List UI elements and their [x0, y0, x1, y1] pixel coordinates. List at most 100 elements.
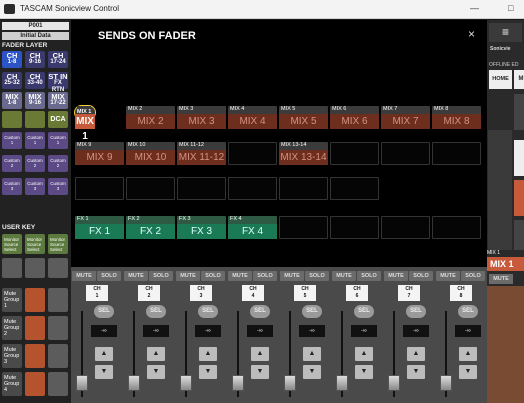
custom-button[interactable]: Custom 2 — [2, 155, 22, 172]
up-arrow-button[interactable]: ▲ — [95, 347, 113, 361]
fx-send-button[interactable]: FX 1 FX 1 — [75, 216, 124, 239]
layer-blank-2[interactable] — [25, 111, 45, 128]
up-arrow-button[interactable]: ▲ — [303, 347, 321, 361]
up-arrow-button[interactable]: ▲ — [199, 347, 217, 361]
up-arrow-button[interactable]: ▲ — [251, 347, 269, 361]
mute-group-button[interactable]: Mute Group 1 — [2, 288, 22, 312]
mute-button[interactable]: MUTE — [72, 271, 96, 281]
user-key-gray[interactable] — [48, 288, 68, 312]
mute-group-button[interactable]: Mute Group 3 — [2, 344, 22, 368]
minimize-button[interactable]: — — [470, 3, 479, 13]
custom-button[interactable]: Custom 1 — [25, 132, 45, 149]
solo-button[interactable]: SOLO — [357, 271, 381, 281]
fader-layer-button[interactable]: CH 1-8 — [2, 51, 22, 68]
mix-send-button[interactable]: MIX 1 MIX 1 — [74, 105, 96, 142]
fader-layer-button[interactable]: MIX 17-22 — [48, 92, 68, 109]
custom-button[interactable]: Custom 1 — [48, 132, 68, 149]
layer-blank-1[interactable] — [2, 111, 22, 128]
fx-send-button[interactable]: FX 2 FX 2 — [126, 216, 175, 239]
fader-layer-button[interactable]: MIX 1-8 — [2, 92, 22, 109]
user-key-monitor-source[interactable]: Monitor Source Select — [2, 234, 22, 254]
user-key[interactable] — [2, 258, 22, 278]
mute-button[interactable]: MUTE — [228, 271, 252, 281]
close-icon[interactable]: × — [468, 27, 475, 41]
sel-button[interactable]: SEL — [354, 305, 374, 318]
mix-send-button[interactable]: MIX 5 MIX 5 — [279, 106, 328, 129]
mute-button[interactable]: MUTE — [176, 271, 200, 281]
mix-send-button[interactable]: MIX 6 MIX 6 — [330, 106, 379, 129]
down-arrow-button[interactable]: ▼ — [355, 365, 373, 379]
solo-button[interactable]: SOLO — [461, 271, 485, 281]
custom-button[interactable]: Custom 2 — [48, 155, 68, 172]
mix-send-button[interactable]: MIX 11-12 MIX 11-12 — [177, 142, 226, 165]
solo-button[interactable]: SOLO — [253, 271, 277, 281]
sel-button[interactable]: SEL — [146, 305, 166, 318]
mix-send-button[interactable]: MIX 4 MIX 4 — [228, 106, 277, 129]
solo-button[interactable]: SOLO — [201, 271, 225, 281]
user-key[interactable] — [25, 258, 45, 278]
custom-button[interactable]: Custom 3 — [25, 178, 45, 195]
mix-send-button[interactable]: MIX 8 MIX 8 — [432, 106, 481, 129]
user-key-monitor-source[interactable]: Monitor Source Select — [25, 234, 45, 254]
up-arrow-button[interactable]: ▲ — [459, 347, 477, 361]
user-key-orange[interactable] — [25, 288, 45, 312]
fx-send-button[interactable]: FX 3 FX 3 — [177, 216, 226, 239]
sel-button[interactable]: SEL — [250, 305, 270, 318]
mute-button[interactable]: MUTE — [124, 271, 148, 281]
home-button[interactable]: HOME — [489, 70, 512, 89]
user-key-orange[interactable] — [25, 372, 45, 396]
user-key-gray[interactable] — [48, 344, 68, 368]
fader-layer-button[interactable]: CH 17-24 — [48, 51, 68, 68]
fx-send-button[interactable]: FX 4 FX 4 — [228, 216, 277, 239]
m-button[interactable]: M — [514, 70, 524, 89]
sel-button[interactable]: SEL — [458, 305, 478, 318]
down-arrow-button[interactable]: ▼ — [459, 365, 477, 379]
mute-button[interactable]: MUTE — [280, 271, 304, 281]
user-key-monitor-source[interactable]: Monitor Source Select — [48, 234, 68, 254]
menu-icon[interactable]: ≡ — [489, 23, 522, 42]
custom-button[interactable]: Custom 2 — [25, 155, 45, 172]
user-key-orange[interactable] — [25, 316, 45, 340]
solo-button[interactable]: SOLO — [409, 271, 433, 281]
down-arrow-button[interactable]: ▼ — [147, 365, 165, 379]
mute-group-button[interactable]: Mute Group 2 — [2, 316, 22, 340]
mute-button[interactable]: MUTE — [332, 271, 356, 281]
preset-id[interactable]: P001 — [2, 22, 69, 30]
mute-button[interactable]: MUTE — [384, 271, 408, 281]
custom-button[interactable]: Custom 3 — [48, 178, 68, 195]
mix-send-button[interactable]: MIX 2 MIX 2 — [126, 106, 175, 129]
right-mute-button[interactable]: MUTE — [489, 274, 513, 284]
right-side-button-3[interactable] — [514, 180, 524, 216]
solo-button[interactable]: SOLO — [305, 271, 329, 281]
fader-knob[interactable] — [440, 375, 452, 391]
fader-knob[interactable] — [388, 375, 400, 391]
fader-layer-button[interactable]: CH 33-40 — [25, 72, 45, 89]
mute-group-button[interactable]: Mute Group 4 — [2, 372, 22, 396]
down-arrow-button[interactable]: ▼ — [251, 365, 269, 379]
custom-button[interactable]: Custom 1 — [2, 132, 22, 149]
fader-knob[interactable] — [128, 375, 140, 391]
fader-knob[interactable] — [232, 375, 244, 391]
mix-send-button[interactable]: MIX 10 MIX 10 — [126, 142, 175, 165]
preset-name[interactable]: Initial Data — [2, 32, 69, 40]
fader-knob[interactable] — [76, 375, 88, 391]
right-mix1-button[interactable]: MIX 1 — [487, 257, 524, 271]
user-key[interactable] — [48, 258, 68, 278]
mix-send-button[interactable]: MIX 3 MIX 3 — [177, 106, 226, 129]
dca-button[interactable]: DCA — [48, 111, 68, 128]
mix-send-button[interactable]: MIX 13-14 MIX 13-14 — [279, 142, 328, 165]
right-side-button-2[interactable] — [514, 140, 524, 176]
user-key-gray[interactable] — [48, 372, 68, 396]
down-arrow-button[interactable]: ▼ — [407, 365, 425, 379]
fader-layer-button[interactable]: CH 9-16 — [25, 51, 45, 68]
up-arrow-button[interactable]: ▲ — [355, 347, 373, 361]
sel-button[interactable]: SEL — [94, 305, 114, 318]
fader-knob[interactable] — [284, 375, 296, 391]
user-key-orange[interactable] — [25, 344, 45, 368]
down-arrow-button[interactable]: ▼ — [303, 365, 321, 379]
custom-button[interactable]: Custom 3 — [2, 178, 22, 195]
solo-button[interactable]: SOLO — [97, 271, 121, 281]
mix-send-button[interactable]: MIX 7 MIX 7 — [381, 106, 430, 129]
fader-knob[interactable] — [336, 375, 348, 391]
mix-send-button[interactable]: MIX 9 MIX 9 — [75, 142, 124, 165]
